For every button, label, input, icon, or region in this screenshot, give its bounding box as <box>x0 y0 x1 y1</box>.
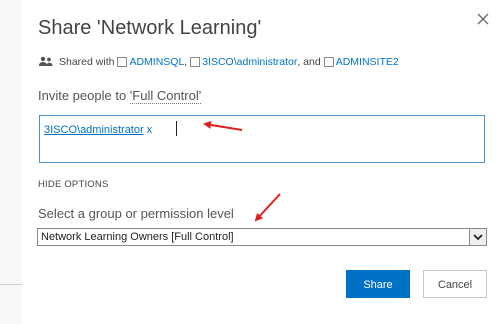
background-page-edge <box>0 0 22 324</box>
separator: , <box>184 56 188 68</box>
invite-label-prefix: Invite people to <box>38 88 130 103</box>
user-checkbox-adminsite2[interactable] <box>323 57 334 67</box>
user-link-administrator[interactable]: 3ISCO\administrator <box>202 56 297 68</box>
shared-with-label: Shared with <box>59 56 115 68</box>
user-link-adminsite2[interactable]: ADMINSITE2 <box>336 56 399 68</box>
permission-select-value: Network Learning Owners [Full Control] <box>41 231 234 243</box>
hide-options-link[interactable]: HIDE OPTIONS <box>38 179 109 190</box>
background-divider <box>0 284 22 285</box>
remove-user-button[interactable]: x <box>147 124 153 136</box>
user-checkbox-adminsql[interactable] <box>117 57 128 67</box>
text-caret <box>176 121 177 136</box>
user-chip: 3ISCO\administrator x <box>44 124 152 136</box>
share-button[interactable]: Share <box>346 270 410 298</box>
user-checkbox-administrator[interactable] <box>190 57 201 67</box>
chevron-down-icon[interactable] <box>469 229 486 245</box>
invite-permission-level: 'Full Control' <box>129 88 202 104</box>
close-icon[interactable] <box>476 12 490 26</box>
permission-select[interactable]: Network Learning Owners [Full Control] <box>37 228 487 246</box>
shared-with-row: Shared with ADMINSQL, 3ISCO\administrato… <box>38 56 399 68</box>
user-link-adminsql[interactable]: ADMINSQL <box>129 56 184 68</box>
dialog-title: Share 'Network Learning' <box>38 17 262 39</box>
people-icon <box>39 56 53 66</box>
cancel-button[interactable]: Cancel <box>423 270 487 298</box>
people-picker-input[interactable]: 3ISCO\administrator x <box>39 115 485 163</box>
invite-label: Invite people to 'Full Control' <box>38 88 202 104</box>
user-chip-name[interactable]: 3ISCO\administrator <box>44 124 144 136</box>
permission-select-label: Select a group or permission level <box>38 206 234 221</box>
share-dialog: Share 'Network Learning' Shared with ADM… <box>22 0 497 324</box>
separator: , and <box>297 56 321 68</box>
